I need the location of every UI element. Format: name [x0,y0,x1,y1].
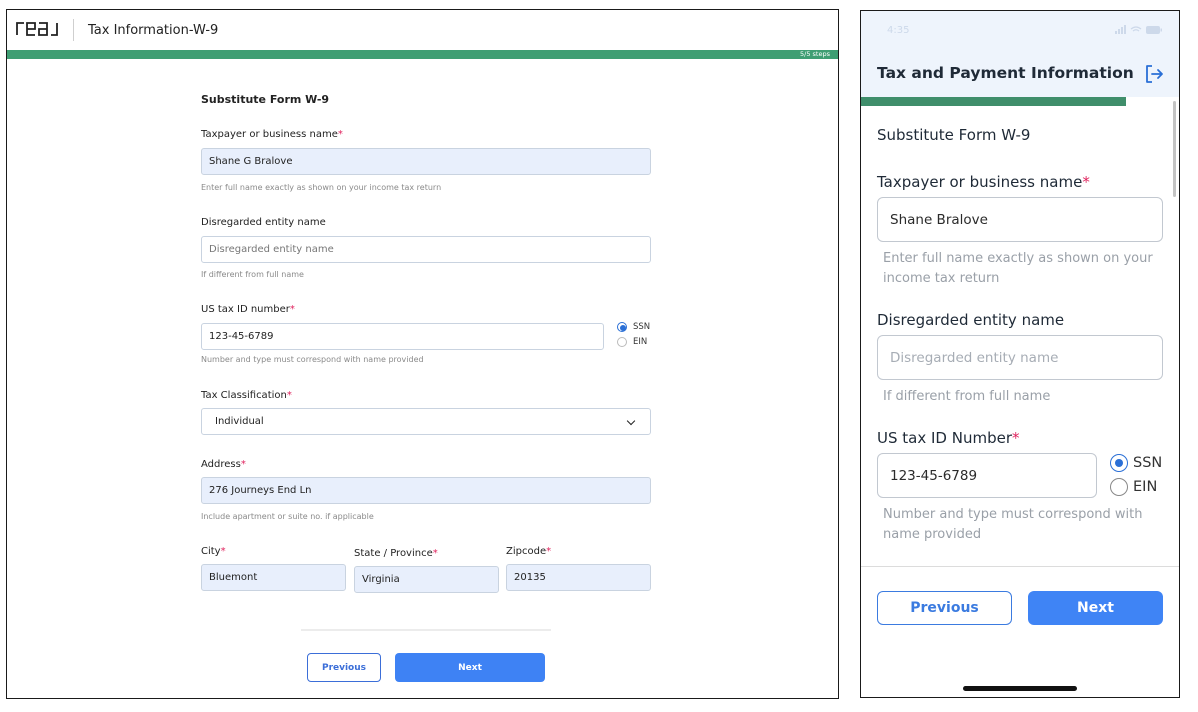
mobile-disregarded-hint: If different from full name [883,389,1051,404]
signal-wifi-battery-icon [1115,25,1162,34]
radio-unselected-icon [1110,478,1128,496]
mobile-radio-ein-label: EIN [1133,479,1158,495]
disregarded-entity-input[interactable]: Disregarded entity name [201,236,651,263]
next-button[interactable]: Next [395,653,545,682]
city-input[interactable]: Bluemont [201,564,346,591]
mobile-header-title: Tax and Payment Information [877,64,1134,82]
address-label: Address* [201,459,246,470]
radio-ein-label: EIN [633,337,648,347]
state-label: State / Province* [354,548,438,559]
mobile-taxpayer-hint: Enter full name exactly as shown on your… [883,251,1153,286]
mobile-disregarded-input[interactable]: Disregarded entity name [877,335,1163,380]
footer-divider [861,566,1179,567]
brand-logo[interactable] [15,19,74,41]
classification-label: Tax Classification* [201,390,292,401]
mobile-taxid-hint: Number and type must correspond with nam… [883,507,1143,542]
radio-ssn[interactable]: SSN [617,322,650,332]
scrollbar[interactable] [1173,101,1176,197]
mobile-progress-bar [861,97,1126,106]
city-label: City* [201,546,226,557]
radio-selected-icon [1110,454,1128,472]
address-input[interactable]: 276 Journeys End Ln [201,477,651,504]
zip-input[interactable]: 20135 [506,564,651,591]
mobile-disregarded-label: Disregarded entity name [877,311,1065,329]
mobile-radio-ssn-label: SSN [1133,455,1163,471]
status-time: 4:35 [887,25,910,36]
progress-steps-label: 5/5 steps [800,50,830,58]
mobile-taxid-input[interactable]: 123-45-6789 [877,453,1097,498]
address-hint: Include apartment or suite no. if applic… [201,512,374,521]
tax-classification-select[interactable]: Individual [201,408,651,435]
home-indicator[interactable] [963,686,1077,691]
taxid-label: US tax ID number* [201,304,295,315]
taxid-hint: Number and type must correspond with nam… [201,355,424,364]
mobile-radio-ein[interactable]: EIN [1110,478,1157,496]
radio-unselected-icon [617,337,627,347]
mobile-taxpayer-label: Taxpayer or business name* [877,173,1090,191]
radio-selected-icon [617,322,627,332]
mobile-previous-button[interactable]: Previous [877,591,1012,625]
mobile-form-heading: Substitute Form W-9 [877,126,1031,144]
top-bar: Tax Information-W-9 [7,10,838,50]
mobile-header: 4:35 Tax and Payment Information [861,11,1179,97]
real-logo-icon [16,22,58,36]
state-input[interactable]: Virginia [354,566,499,593]
form-heading: Substitute Form W-9 [201,93,330,106]
page-title: Tax Information-W-9 [88,22,219,38]
previous-button[interactable]: Previous [307,653,381,682]
mobile-next-button[interactable]: Next [1028,591,1163,625]
mobile-taxpayer-input[interactable]: Shane Bralove [877,197,1163,242]
disregarded-hint: If different from full name [201,270,304,279]
zip-label: Zipcode* [506,546,552,557]
chevron-down-icon [626,416,636,426]
classification-value: Individual [215,416,264,427]
mobile-window: 4:35 Tax and Payment Information Substit… [860,10,1180,698]
taxpayer-hint: Enter full name exactly as shown on your… [201,183,442,192]
taxpayer-name-input[interactable]: Shane G Bralove [201,148,651,175]
logout-icon[interactable] [1143,63,1165,85]
mobile-taxid-label: US tax ID Number* [877,429,1020,447]
progress-bar: 5/5 steps [7,50,838,59]
taxpayer-label: Taxpayer or business name* [201,129,343,140]
radio-ssn-label: SSN [633,322,651,332]
divider [301,629,551,631]
status-icons [1115,25,1163,38]
disregarded-label: Disregarded entity name [201,217,326,228]
desktop-window: Tax Information-W-9 5/5 steps Substitute… [6,9,839,699]
taxid-input[interactable]: 123-45-6789 [201,323,604,350]
mobile-radio-ssn[interactable]: SSN [1110,454,1162,472]
radio-ein[interactable]: EIN [617,337,647,347]
